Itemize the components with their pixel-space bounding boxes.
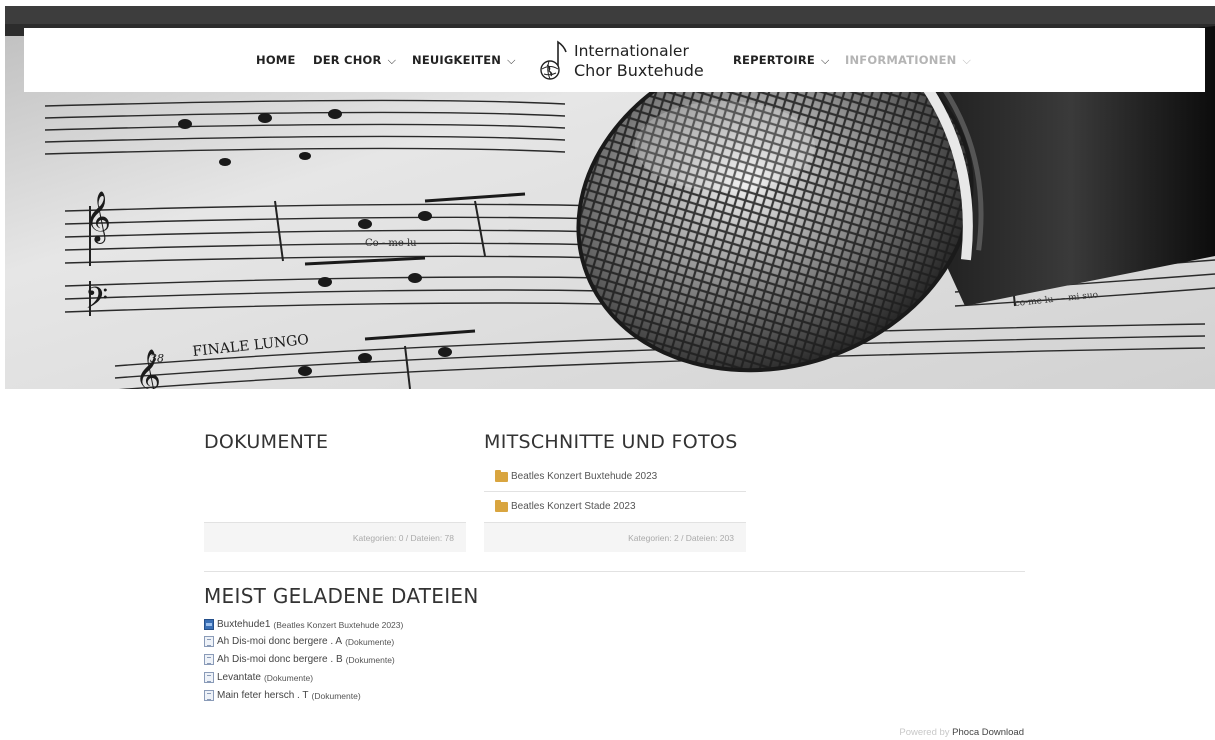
subcategory-label: Beatles Konzert Stade 2023 bbox=[511, 501, 636, 512]
document-file-icon bbox=[204, 636, 214, 647]
nav-repertoire[interactable]: REPERTOIRE ⌵ bbox=[733, 53, 830, 68]
chevron-down-icon: ⌵ bbox=[820, 54, 830, 67]
category-title-dokumente-label: DOKUMENTE bbox=[204, 431, 329, 453]
svg-text:𝄢: 𝄢 bbox=[85, 282, 108, 323]
logo-note-globe-icon bbox=[540, 40, 567, 80]
file-category: (Dokumente) bbox=[311, 690, 361, 701]
file-category: (Dokumente) bbox=[263, 672, 314, 683]
file-name: Buxtehude1 bbox=[217, 619, 271, 630]
nav-der-chor[interactable]: DER CHOR ⌵ bbox=[313, 53, 396, 68]
file-category: (Dokumente) bbox=[345, 654, 395, 665]
logo-text: Internationaler Chor Buxtehude bbox=[574, 42, 704, 80]
chevron-down-icon: ⌵ bbox=[507, 54, 516, 67]
nav-home[interactable]: HOME bbox=[256, 53, 296, 67]
chevron-down-icon: ⌵ bbox=[962, 54, 971, 67]
nav-informationen[interactable]: INFORMATIONEN ⌵ bbox=[845, 53, 971, 68]
subcategory-beatles-stade[interactable]: Beatles Konzert Stade 2023 bbox=[484, 492, 746, 521]
nav-informationen-label: INFORMATIONEN bbox=[845, 53, 957, 67]
hero-lyric-1: Co - me lu bbox=[365, 238, 417, 249]
category-stats-dokumente: Kategorien: 0 / Dateien: 78 bbox=[204, 522, 466, 552]
document-file-icon bbox=[204, 672, 214, 683]
category-title-mitschnitte[interactable]: MITSCHNITTE UND FOTOS bbox=[484, 431, 738, 453]
powered-by: Powered by Phoca Download bbox=[899, 727, 1024, 738]
chevron-down-icon: ⌵ bbox=[387, 54, 397, 67]
category-stats-mitschnitte: Kategorien: 2 / Dateien: 203 bbox=[484, 522, 746, 552]
file-name: Ah Dis-moi donc bergere . A bbox=[217, 636, 343, 647]
document-file-icon bbox=[204, 690, 214, 701]
file-name: Main feter hersch . T bbox=[217, 690, 309, 701]
powered-prefix: Powered by bbox=[899, 727, 950, 738]
category-title-mitschnitte-label: MITSCHNITTE UND FOTOS bbox=[484, 431, 738, 453]
file-row[interactable]: Ah Dis-moi donc bergere . A (Dokumente) bbox=[204, 634, 394, 649]
file-name: Ah Dis-moi donc bergere . B bbox=[217, 654, 343, 665]
site-logo[interactable]: Internationaler Chor Buxtehude bbox=[538, 38, 708, 84]
nav-neuigkeiten[interactable]: NEUIGKEITEN ⌵ bbox=[412, 53, 516, 68]
subcategory-label: Beatles Konzert Buxtehude 2023 bbox=[511, 471, 658, 482]
nav-repertoire-label: REPERTOIRE bbox=[733, 53, 815, 67]
nav-home-label: HOME bbox=[256, 53, 296, 67]
folder-icon bbox=[495, 499, 508, 512]
most-downloaded-title: MEIST GELADENE DATEIEN bbox=[204, 584, 479, 608]
document-file-icon bbox=[204, 654, 214, 665]
logo-line-1: Internationaler bbox=[574, 42, 689, 60]
svg-text:𝄞: 𝄞 bbox=[85, 191, 111, 244]
category-title-dokumente[interactable]: DOKUMENTE bbox=[204, 431, 328, 453]
file-category: (Dokumente) bbox=[345, 636, 395, 647]
subcategory-beatles-buxtehude[interactable]: Beatles Konzert Buxtehude 2023 bbox=[484, 462, 746, 491]
file-row[interactable]: Ah Dis-moi donc bergere . B (Dokumente) bbox=[204, 652, 395, 667]
logo-line-2: Chor Buxtehude bbox=[574, 61, 704, 80]
nav-der-chor-label: DER CHOR bbox=[313, 53, 382, 67]
folder-icon bbox=[495, 469, 508, 482]
phoca-download-link[interactable]: Phoca Download bbox=[952, 727, 1024, 738]
file-category: (Beatles Konzert Buxtehude 2023) bbox=[273, 619, 404, 630]
video-file-icon bbox=[204, 619, 214, 630]
file-name: Levantate bbox=[217, 672, 261, 683]
section-divider bbox=[204, 571, 1025, 572]
file-row[interactable]: Buxtehude1 (Beatles Konzert Buxtehude 20… bbox=[204, 617, 403, 632]
hero-measure-number: 38 bbox=[150, 352, 164, 365]
nav-neuigkeiten-label: NEUIGKEITEN bbox=[412, 53, 502, 67]
file-row[interactable]: Main feter hersch . T (Dokumente) bbox=[204, 688, 361, 703]
main-navbar: HOME DER CHOR ⌵ NEUIGKEITEN ⌵ Internationa… bbox=[24, 28, 1205, 92]
file-row[interactable]: Levantate (Dokumente) bbox=[204, 670, 313, 685]
